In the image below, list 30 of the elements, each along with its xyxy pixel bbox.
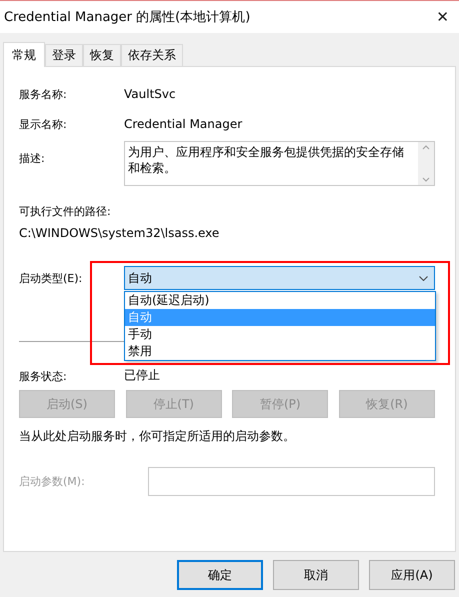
scroll-down-icon[interactable]: [422, 177, 430, 182]
field-label: 服务状态:: [19, 369, 68, 384]
dialog-button[interactable]: 应用(A): [369, 560, 455, 590]
startup-type-dropdown[interactable]: 自动: [124, 266, 435, 290]
field-label: 服务名称:: [19, 86, 68, 102]
dropdown-option[interactable]: 禁用: [125, 343, 435, 360]
dialog-button[interactable]: 取消: [273, 560, 359, 590]
field-label: 启动类型(E):: [19, 270, 84, 286]
dialog-button[interactable]: 确定: [177, 560, 263, 590]
path-value: C:\WINDOWS\system32\lsass.exe: [19, 226, 220, 240]
field-value: 已停止: [124, 367, 160, 384]
description-box[interactable]: 为用户、应用程序和安全服务包提供凭据的安全存储和检索。: [124, 141, 435, 186]
tab[interactable]: 登录: [45, 44, 83, 66]
dropdown-option[interactable]: 手动: [125, 326, 435, 343]
tab[interactable]: 常规: [3, 42, 45, 67]
start-params-field[interactable]: [148, 466, 435, 496]
field-label: 显示名称:: [19, 116, 68, 132]
field-label: 可执行文件的路径:: [19, 204, 111, 218]
hint-text: 当从此处启动服务时，你可指定所适用的启动参数。: [19, 428, 295, 444]
scroll-up-icon[interactable]: [422, 145, 430, 150]
field-label: 启动参数(M):: [19, 474, 86, 488]
tab[interactable]: 依存关系: [121, 44, 183, 66]
tab[interactable]: 恢复: [83, 44, 121, 66]
field-value: VaultSvc: [124, 87, 176, 101]
window-title: Credential Manager 的属性(本地计算机): [4, 9, 250, 26]
close-button[interactable]: ✕: [432, 8, 453, 26]
dropdown-option[interactable]: 自动(延迟启动): [125, 292, 435, 309]
caret-icon: [419, 276, 428, 280]
field-label: 描述:: [19, 151, 46, 166]
field-value: Credential Manager: [124, 117, 242, 131]
